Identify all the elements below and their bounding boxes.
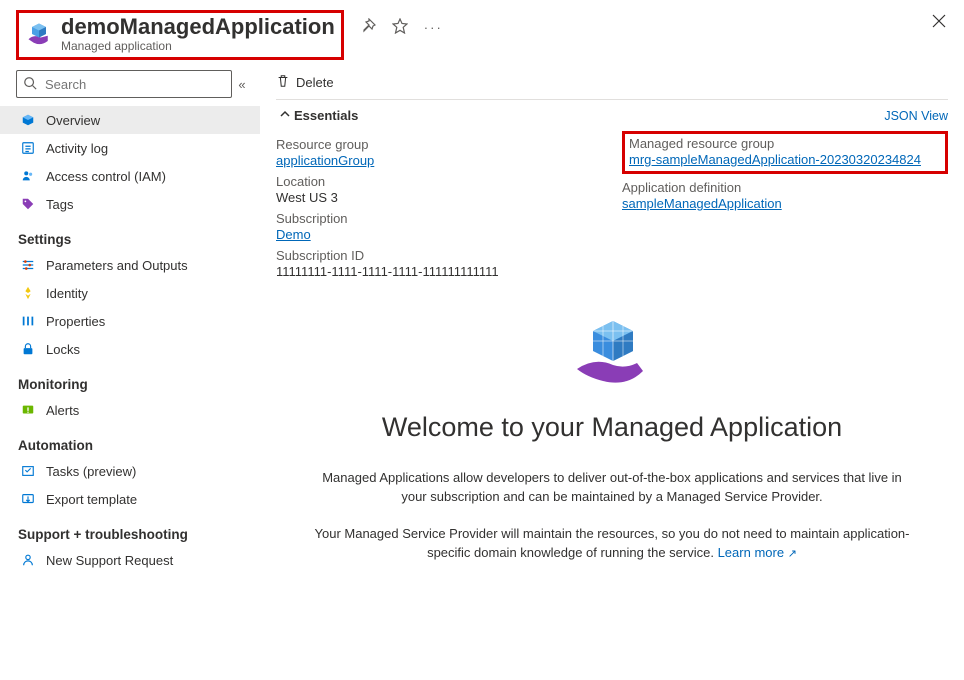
support-icon — [20, 552, 36, 568]
managed-rg-label: Managed resource group — [629, 136, 941, 151]
delete-button[interactable]: Delete — [276, 70, 948, 99]
main-content: Delete Essentials JSON View Resource gro… — [260, 66, 964, 600]
subscription-link[interactable]: Demo — [276, 227, 311, 242]
welcome-p2: Your Managed Service Provider will maint… — [312, 525, 912, 563]
sidebar-item-label: Parameters and Outputs — [46, 258, 188, 273]
location-value: West US 3 — [276, 190, 602, 205]
welcome-section: Welcome to your Managed Application Mana… — [276, 319, 948, 562]
identity-icon — [20, 285, 36, 301]
collapse-essentials-icon[interactable] — [276, 108, 294, 123]
sidebar-item-label: Access control (IAM) — [46, 169, 166, 184]
welcome-icon — [286, 319, 938, 394]
more-icon[interactable]: ··· — [424, 20, 443, 35]
essentials-label: Essentials — [294, 108, 358, 123]
alerts-icon — [20, 402, 36, 418]
sidebar-item-label: New Support Request — [46, 553, 173, 568]
sidebar-item-properties[interactable]: Properties — [0, 307, 260, 335]
subscription-id-value: 11111111-1111-1111-1111-111111111111 — [276, 264, 602, 279]
subscription-label: Subscription — [276, 211, 602, 226]
essentials-grid: Resource group applicationGroup Location… — [276, 125, 948, 279]
sidebar-item-overview[interactable]: Overview — [0, 106, 260, 134]
delete-label: Delete — [296, 75, 334, 90]
search-box[interactable] — [16, 70, 232, 98]
sidebar-item-label: Identity — [46, 286, 88, 301]
json-view-link[interactable]: JSON View — [884, 109, 948, 123]
star-icon[interactable] — [392, 18, 408, 37]
app-definition-link[interactable]: sampleManagedApplication — [622, 196, 782, 211]
sidebar-group-support: Support + troubleshooting — [0, 513, 260, 546]
search-icon — [23, 76, 37, 93]
app-definition-label: Application definition — [622, 180, 948, 195]
collapse-sidebar-icon[interactable]: « — [232, 77, 252, 92]
welcome-p2-text: Your Managed Service Provider will maint… — [315, 526, 910, 560]
location-label: Location — [276, 174, 602, 189]
delete-icon — [276, 74, 290, 91]
sidebar-group-monitoring: Monitoring — [0, 363, 260, 396]
resource-group-label: Resource group — [276, 137, 602, 152]
page-subtitle: Managed application — [61, 39, 335, 53]
welcome-heading: Welcome to your Managed Application — [286, 412, 938, 443]
welcome-p1: Managed Applications allow developers to… — [312, 469, 912, 507]
sidebar-item-label: Tasks (preview) — [46, 464, 136, 479]
sidebar-item-iam[interactable]: Access control (IAM) — [0, 162, 260, 190]
parameters-icon — [20, 257, 36, 273]
learn-more-label: Learn more — [718, 545, 784, 560]
iam-icon — [20, 168, 36, 184]
overview-icon — [20, 112, 36, 128]
sidebar-item-label: Overview — [46, 113, 100, 128]
managed-app-icon — [25, 20, 53, 48]
page-title: demoManagedApplication — [61, 15, 335, 39]
sidebar-item-parameters-outputs[interactable]: Parameters and Outputs — [0, 251, 260, 279]
managed-resource-group-highlight: Managed resource group mrg-sampleManaged… — [622, 131, 948, 174]
pin-icon[interactable] — [360, 18, 376, 37]
close-icon[interactable] — [932, 14, 948, 30]
sidebar-item-alerts[interactable]: Alerts — [0, 396, 260, 424]
sidebar-item-locks[interactable]: Locks — [0, 335, 260, 363]
locks-icon — [20, 341, 36, 357]
sidebar: « Overview Activity log Access control (… — [0, 66, 260, 600]
subscription-id-label: Subscription ID — [276, 248, 602, 263]
sidebar-item-tasks[interactable]: Tasks (preview) — [0, 457, 260, 485]
sidebar-item-identity[interactable]: Identity — [0, 279, 260, 307]
sidebar-item-label: Alerts — [46, 403, 79, 418]
sidebar-item-label: Activity log — [46, 141, 108, 156]
sidebar-item-label: Properties — [46, 314, 105, 329]
properties-icon — [20, 313, 36, 329]
activity-log-icon — [20, 140, 36, 156]
sidebar-item-activity-log[interactable]: Activity log — [0, 134, 260, 162]
tasks-icon — [20, 463, 36, 479]
sidebar-item-label: Tags — [46, 197, 73, 212]
sidebar-group-automation: Automation — [0, 424, 260, 457]
resource-group-link[interactable]: applicationGroup — [276, 153, 374, 168]
sidebar-item-label: Locks — [46, 342, 80, 357]
external-link-icon: ↗ — [788, 548, 797, 560]
search-input[interactable] — [43, 76, 225, 93]
learn-more-link[interactable]: Learn more ↗ — [718, 545, 797, 560]
tags-icon — [20, 196, 36, 212]
essentials-col-right: Managed resource group mrg-sampleManaged… — [622, 131, 948, 279]
header-actions: ··· — [360, 18, 443, 37]
page-header: demoManagedApplication Managed applicati… — [0, 0, 964, 66]
essentials-header: Essentials JSON View — [276, 99, 948, 125]
sidebar-group-settings: Settings — [0, 218, 260, 251]
essentials-col-left: Resource group applicationGroup Location… — [276, 131, 602, 279]
sidebar-item-export-template[interactable]: Export template — [0, 485, 260, 513]
title-highlight: demoManagedApplication Managed applicati… — [16, 10, 344, 60]
managed-rg-link[interactable]: mrg-sampleManagedApplication-20230320234… — [629, 152, 921, 167]
export-template-icon — [20, 491, 36, 507]
sidebar-item-tags[interactable]: Tags — [0, 190, 260, 218]
sidebar-item-new-support[interactable]: New Support Request — [0, 546, 260, 574]
sidebar-item-label: Export template — [46, 492, 137, 507]
